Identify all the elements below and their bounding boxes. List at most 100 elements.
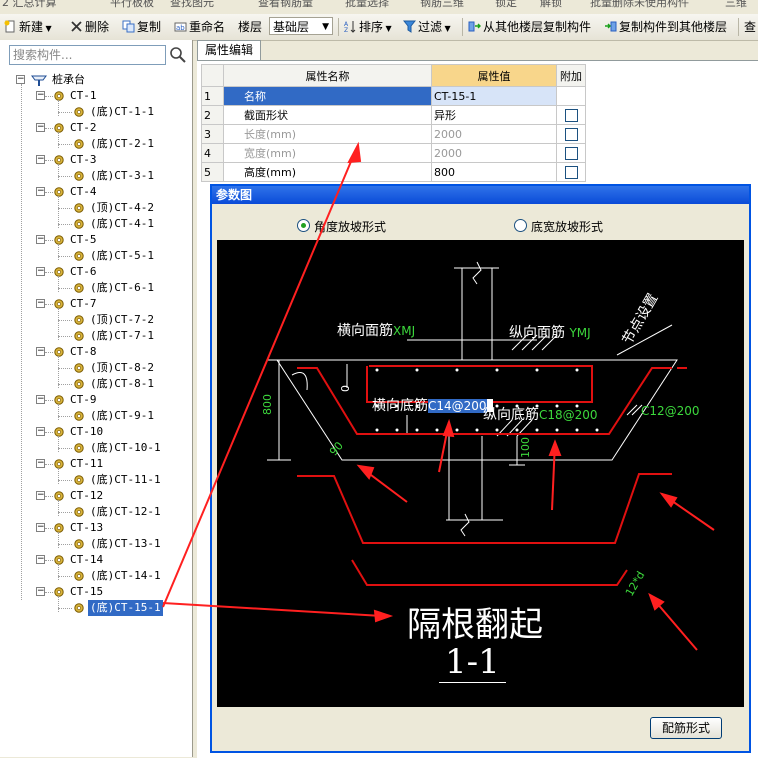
check-button[interactable]: 查	[744, 18, 756, 36]
extra-checkbox[interactable]	[564, 165, 578, 179]
collapse-toggle[interactable]: −	[36, 427, 45, 436]
collapse-toggle[interactable]: −	[36, 91, 45, 100]
tree-item[interactable]: (底)CT-3-1	[0, 168, 190, 184]
table-row[interactable]: 2 截面形状 异形	[201, 105, 586, 125]
tree-item[interactable]: (底)CT-15-1	[0, 600, 190, 616]
collapse-toggle[interactable]: −	[36, 299, 45, 308]
unlock-button[interactable]: 解锁	[540, 0, 562, 10]
collapse-toggle[interactable]: −	[36, 587, 45, 596]
property-value-cell[interactable]: 800	[431, 162, 557, 182]
col-header-value[interactable]: 属性值	[431, 64, 557, 87]
rename-button[interactable]: ab 重命名	[174, 18, 225, 36]
collapse-toggle[interactable]: −	[36, 523, 45, 532]
new-button[interactable]: 新建 ▼	[4, 18, 52, 36]
tree-group[interactable]: − CT-15	[0, 584, 190, 600]
extra-cell[interactable]	[556, 143, 586, 163]
tree-item[interactable]: (底)CT-2-1	[0, 136, 190, 152]
tree-group[interactable]: − CT-13	[0, 520, 190, 536]
collapse-toggle[interactable]: −	[36, 235, 45, 244]
label-side-bar[interactable]: C12@200	[641, 404, 700, 418]
search-input[interactable]: 搜索构件...	[9, 45, 166, 65]
tree-group[interactable]: − CT-4	[0, 184, 190, 200]
extra-checkbox[interactable]	[564, 108, 578, 122]
collapse-toggle[interactable]: −	[36, 187, 45, 196]
property-value-cell[interactable]: 2000	[431, 143, 557, 163]
floor-select[interactable]: 基础层 ▼	[269, 17, 333, 35]
tree-item[interactable]: (顶)CT-7-2	[0, 312, 190, 328]
property-value-cell[interactable]: CT-15-1	[431, 86, 557, 106]
copy-from-floor-button[interactable]: 从其他楼层复制构件	[468, 18, 591, 36]
tree-group[interactable]: − CT-3	[0, 152, 190, 168]
extra-cell[interactable]	[556, 124, 586, 144]
property-name-cell[interactable]: 名称	[223, 86, 432, 106]
tree-item[interactable]: (底)CT-12-1	[0, 504, 190, 520]
label-long-bottom-value[interactable]: C18@200	[539, 408, 598, 422]
filter-button[interactable]: 过滤 ▼	[403, 18, 451, 36]
property-name-cell[interactable]: 长度(mm)	[223, 124, 432, 144]
radio-angle[interactable]	[297, 219, 310, 232]
rebar-form-button[interactable]: 配筋形式	[650, 717, 722, 739]
tree-root[interactable]: − 桩承台	[0, 72, 190, 88]
tree-item[interactable]: (底)CT-14-1	[0, 568, 190, 584]
table-row[interactable]: 4 宽度(mm) 2000	[201, 143, 586, 163]
search-button[interactable]	[168, 45, 188, 65]
tree-item[interactable]: (底)CT-10-1	[0, 440, 190, 456]
tree-item[interactable]: (底)CT-13-1	[0, 536, 190, 552]
table-row[interactable]: 3 长度(mm) 2000	[201, 124, 586, 144]
collapse-toggle[interactable]: −	[36, 459, 45, 468]
extra-cell[interactable]	[556, 86, 586, 106]
tree-item[interactable]: (顶)CT-8-2	[0, 360, 190, 376]
collapse-toggle[interactable]: −	[36, 491, 45, 500]
tree-item[interactable]: (底)CT-11-1	[0, 472, 190, 488]
extra-checkbox[interactable]	[564, 146, 578, 160]
collapse-toggle[interactable]: −	[36, 347, 45, 356]
table-row[interactable]: 1 名称 CT-15-1	[201, 86, 586, 106]
collapse-toggle[interactable]: −	[36, 555, 45, 564]
tab-property-edit[interactable]: 属性编辑	[197, 40, 261, 61]
copy-to-floor-button[interactable]: 复制构件到其他楼层	[604, 18, 727, 36]
col-header-extra[interactable]: 附加	[556, 64, 586, 87]
lock-button[interactable]: 锁定	[495, 0, 517, 10]
tree-group[interactable]: − CT-11	[0, 456, 190, 472]
property-name-cell[interactable]: 高度(mm)	[223, 162, 432, 182]
tree-group[interactable]: − CT-2	[0, 120, 190, 136]
sort-button[interactable]: A Z 排序 ▼	[344, 18, 392, 36]
tree-item[interactable]: (顶)CT-4-2	[0, 200, 190, 216]
parallel-slab-button[interactable]: 平行板板	[110, 0, 154, 10]
tree-item[interactable]: (底)CT-4-1	[0, 216, 190, 232]
delete-button[interactable]: 删除	[70, 18, 109, 36]
collapse-toggle[interactable]: −	[16, 75, 25, 84]
batch-delete-button[interactable]: 批量删除未使用构件	[590, 0, 689, 10]
tree-item[interactable]: (底)CT-1-1	[0, 104, 190, 120]
table-row[interactable]: 5 高度(mm) 800	[201, 162, 586, 182]
tree-group[interactable]: − CT-12	[0, 488, 190, 504]
view-rebar-button[interactable]: 查看钢筋量	[258, 0, 313, 10]
dim-height[interactable]: 800	[261, 394, 274, 415]
extra-cell[interactable]	[556, 162, 586, 182]
tree-group[interactable]: − CT-6	[0, 264, 190, 280]
dim-top[interactable]: 0	[339, 385, 352, 392]
tree-group[interactable]: − CT-9	[0, 392, 190, 408]
3d-button[interactable]: 三维	[725, 0, 747, 10]
property-name-cell[interactable]: 截面形状	[223, 105, 432, 125]
radio-width[interactable]	[514, 219, 527, 232]
calc-button[interactable]: 2 汇总计算	[2, 0, 57, 10]
property-value-cell[interactable]: 异形	[431, 105, 557, 125]
tree-group[interactable]: − CT-7	[0, 296, 190, 312]
tree-group[interactable]: − CT-8	[0, 344, 190, 360]
rebar-3d-button[interactable]: 钢筋三维	[420, 0, 464, 10]
tree-group[interactable]: − CT-10	[0, 424, 190, 440]
find-element-button[interactable]: 查找图元	[170, 0, 214, 10]
extra-cell[interactable]	[556, 105, 586, 125]
col-header-name[interactable]: 属性名称	[223, 64, 432, 87]
tree-group[interactable]: − CT-14	[0, 552, 190, 568]
tree-group[interactable]: − CT-1	[0, 88, 190, 104]
collapse-toggle[interactable]: −	[36, 395, 45, 404]
copy-button[interactable]: 复制	[122, 18, 161, 36]
tree-item[interactable]: (底)CT-8-1	[0, 376, 190, 392]
tree-item[interactable]: (底)CT-7-1	[0, 328, 190, 344]
batch-select-button[interactable]: 批量选择	[345, 0, 389, 10]
property-name-cell[interactable]: 宽度(mm)	[223, 143, 432, 163]
extra-checkbox[interactable]	[564, 127, 578, 141]
collapse-toggle[interactable]: −	[36, 267, 45, 276]
